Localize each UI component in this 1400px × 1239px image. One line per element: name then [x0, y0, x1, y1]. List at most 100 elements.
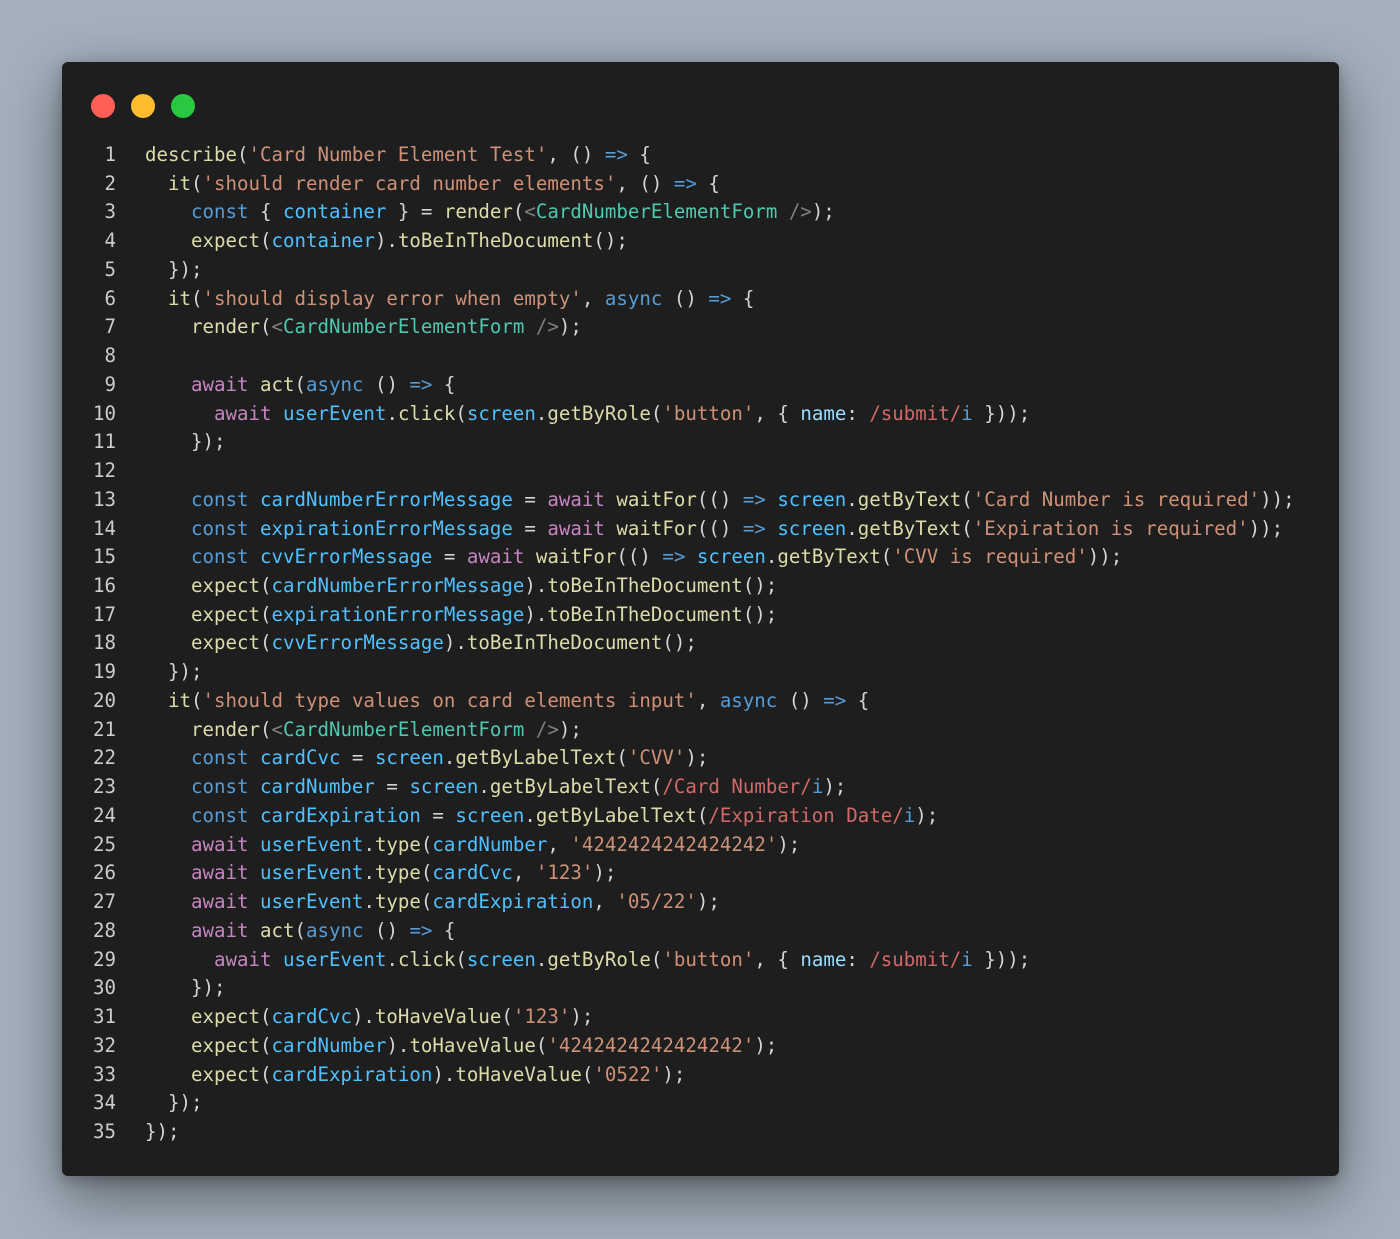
- code-token: waitFor: [616, 487, 697, 511]
- code-token: );: [558, 315, 582, 339]
- line-code: const cardNumber = screen.getByLabelText…: [116, 773, 846, 802]
- code-token: ,: [581, 286, 605, 310]
- code-line: 1 describe('Card Number Element Test', ()…: [62, 141, 1339, 170]
- code-token: getByText: [857, 516, 962, 540]
- code-token: expirationErrorMessage: [259, 516, 513, 540]
- code-token: .: [363, 890, 375, 914]
- code-token: 'CVV': [627, 746, 686, 770]
- code-token: });: [145, 976, 226, 1000]
- code-token: ();: [742, 574, 778, 598]
- code-token: (: [259, 574, 272, 598]
- code-token: .: [846, 487, 858, 511]
- line-code: expect(cardCvc).toHaveValue('123');: [116, 1003, 593, 1032]
- code-token: getByLabelText: [455, 746, 617, 770]
- code-token: /submit/: [869, 947, 962, 971]
- code-token: act: [259, 372, 295, 396]
- line-code: it('should display error when empty', as…: [116, 285, 754, 314]
- code-token: <: [271, 315, 283, 339]
- code-token: userEvent: [259, 890, 364, 914]
- code-token: }));: [972, 947, 1031, 971]
- code-token: screen: [455, 803, 525, 827]
- code-token: .: [765, 545, 778, 569]
- code-token: (: [581, 1062, 594, 1086]
- code-editor: 1 describe('Card Number Element Test', ()…: [62, 141, 1339, 1147]
- line-number: 32: [93, 1033, 116, 1057]
- line-code: await userEvent.click(screen.getByRole('…: [116, 400, 1030, 429]
- code-token: render: [443, 200, 513, 224]
- code-token: '4242424242424242': [570, 832, 778, 856]
- code-token: await: [547, 516, 605, 540]
- code-token: const: [190, 545, 249, 569]
- code-token: =: [512, 487, 548, 511]
- line-number: 17: [93, 602, 116, 626]
- code-token: const: [190, 516, 249, 540]
- code-token: );: [823, 775, 847, 799]
- maximize-button[interactable]: [171, 94, 195, 118]
- code-token: 'button': [662, 947, 755, 971]
- code-token: (: [880, 545, 893, 569]
- line-number: 6: [104, 286, 117, 310]
- code-token: CardNumberElementForm: [282, 315, 525, 339]
- code-token: (: [501, 1005, 513, 1029]
- code-line: 30 });: [62, 974, 1339, 1003]
- code-token: ).: [351, 1005, 375, 1029]
- line-code: await act(async () => {: [116, 371, 455, 400]
- code-token: {: [432, 918, 456, 942]
- line-number: 4: [104, 229, 117, 253]
- line-code: const cvvErrorMessage = await waitFor(()…: [116, 543, 1122, 572]
- code-token: userEvent: [259, 861, 364, 885]
- code-token: 'should type values on card elements inp…: [202, 688, 697, 712]
- code-token: {: [846, 688, 870, 712]
- close-button[interactable]: [91, 94, 115, 118]
- code-token: toBeInTheDocument: [397, 229, 594, 253]
- code-line: 6 it('should display error when empty', …: [62, 285, 1339, 314]
- minimize-button[interactable]: [131, 94, 155, 118]
- code-token: .: [363, 832, 375, 856]
- code-token: .: [478, 775, 490, 799]
- code-token: const: [190, 775, 249, 799]
- code-token: '123': [535, 861, 594, 885]
- code-token: await: [213, 947, 272, 971]
- code-token: click: [397, 947, 456, 971]
- line-number: 30: [93, 976, 116, 1000]
- code-token: />: [788, 200, 812, 224]
- code-token: =>: [604, 143, 628, 166]
- code-token: (: [236, 143, 249, 166]
- code-line: 26 await userEvent.type(cardCvc, '123');: [62, 859, 1339, 888]
- code-token: click: [397, 401, 456, 425]
- code-token: (: [259, 717, 272, 741]
- code-token: cardNumber: [432, 832, 548, 856]
- code-token: =>: [409, 918, 433, 942]
- code-line: 10 await userEvent.click(screen.getByRol…: [62, 400, 1339, 429]
- code-token: type: [374, 861, 421, 885]
- code-token: toBeInTheDocument: [547, 574, 743, 598]
- code-token: =>: [742, 487, 766, 511]
- code-token: cvvErrorMessage: [259, 545, 433, 569]
- line-code: });: [116, 1118, 180, 1147]
- code-line: 17 expect(expirationErrorMessage).toBeIn…: [62, 601, 1339, 630]
- code-token: userEvent: [282, 947, 387, 971]
- code-token: await: [213, 401, 272, 425]
- code-token: ();: [742, 602, 778, 626]
- code-token: i: [903, 803, 916, 827]
- code-token: expect: [190, 1062, 260, 1086]
- code-line: 31 expect(cardCvc).toHaveValue('123');: [62, 1003, 1339, 1032]
- code-token: '123': [512, 1005, 571, 1029]
- line-code: const cardCvc = screen.getByLabelText('C…: [116, 744, 708, 773]
- code-token: container: [271, 229, 375, 253]
- line-code: });: [116, 428, 226, 457]
- code-token: (: [420, 890, 433, 914]
